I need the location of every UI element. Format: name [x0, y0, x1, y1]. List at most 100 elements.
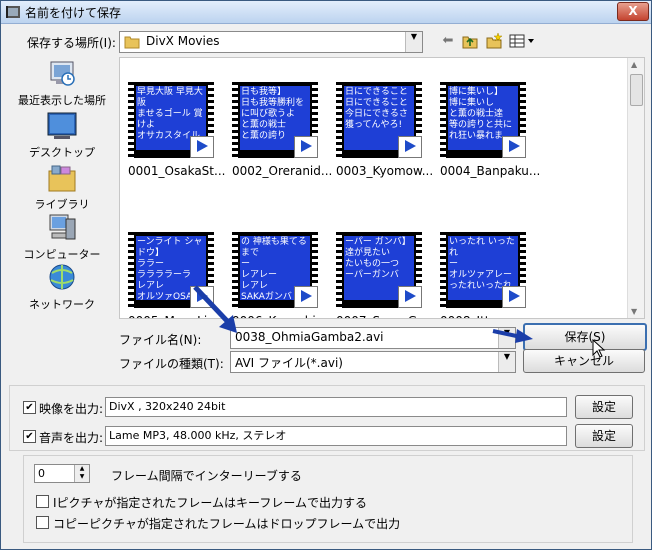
caption-line: と薫の戦士達	[449, 109, 504, 119]
spinner-arrows-icon[interactable]: ▲ ▼	[74, 465, 89, 482]
keyframe-checkbox[interactable]	[36, 495, 49, 508]
caption-line: 博に集いし】	[449, 87, 504, 97]
caption-line: 日も我等勝利を	[241, 98, 305, 108]
video-checkbox[interactable]: ✔	[23, 401, 36, 414]
caption-line: 博に集いし	[449, 98, 495, 108]
caption-line: 達が見たい	[345, 248, 391, 258]
file-item[interactable]: 日も我等】 日も我等勝利を に叫び歌うよ と薫の戦士 と薫の誇り 0002_Orerani…	[224, 58, 332, 178]
place-label: ネットワーク	[29, 298, 95, 311]
up-folder-icon[interactable]	[461, 32, 479, 50]
file-item[interactable]: 日にできること 日にできること 今日にできるさ 獲ってんやろ! 0003_Kyomow.…	[328, 58, 433, 178]
check-icon: ✔	[25, 431, 34, 442]
play-icon	[502, 136, 526, 158]
scroll-up-icon[interactable]: ▲	[631, 60, 637, 69]
place-desktop[interactable]: デスクトップ	[9, 111, 115, 160]
place-label: ライブラリ	[34, 198, 90, 211]
caption-line: ララー	[137, 259, 165, 269]
annotation-arrow-icon	[492, 329, 533, 343]
scrollbar-thumb[interactable]	[630, 74, 643, 106]
video-thumbnail: 博に集いし】 博に集いし と薫の戦士達 等の誇りと共に れ狂い暴れま	[440, 82, 526, 158]
interleave-label: フレーム間隔でインターリーブする	[111, 469, 302, 483]
video-settings-button[interactable]: 設定	[575, 395, 633, 419]
caption-line: たいもの一つ	[345, 259, 400, 269]
desktop-icon	[47, 112, 77, 139]
filetype-value: AVI ファイル(*.avi)	[235, 356, 343, 370]
place-label: デスクトップ	[29, 146, 95, 159]
file-item[interactable]: いったれ いったれーオルツァアレーったれいったれ 0008_Ittare...	[432, 208, 532, 318]
save-button[interactable]: 保存(S)	[523, 323, 647, 351]
film-sprocket	[128, 82, 134, 158]
back-icon[interactable]: ⬅	[439, 32, 457, 50]
caption-line: レアレー	[241, 270, 278, 280]
title-bar[interactable]: 名前を付けて保存 X	[1, 1, 651, 24]
caption-line: いったれ いったれ	[449, 237, 515, 258]
film-sprocket	[440, 232, 446, 308]
film-sprocket	[128, 232, 134, 308]
filename-input[interactable]: 0038_OhmiaGamba2.avi ▼	[230, 327, 516, 349]
play-icon	[294, 286, 318, 308]
chevron-down-icon[interactable]: ▼	[498, 352, 515, 372]
caption-line: ララララーラ	[137, 270, 192, 280]
video-thumbnail: 日にできること 日にできること 今日にできるさ 獲ってんやろ!	[336, 82, 422, 158]
audio-label: 音声を出力:	[39, 431, 104, 445]
chevron-down-icon[interactable]: ▼	[405, 32, 422, 52]
play-icon	[398, 286, 422, 308]
keyframe-option-label: Iピクチャが指定されたフレームはキーフレームで出力する	[53, 496, 367, 510]
video-thumbnail: 早見大阪 早見大阪 ませるゴール 賞けよ オサカスタイル	[128, 82, 214, 158]
play-icon	[294, 136, 318, 158]
file-name: 0003_Kyomow...	[336, 164, 434, 178]
view-menu-icon[interactable]	[509, 32, 537, 50]
audio-checkbox[interactable]: ✔	[23, 430, 36, 443]
recent-places-icon	[50, 61, 75, 86]
place-computer[interactable]: コンピューター	[9, 213, 115, 262]
libraries-icon	[48, 165, 76, 192]
film-sprocket	[440, 82, 446, 158]
audio-settings-button[interactable]: 設定	[575, 424, 633, 448]
interleave-spinner[interactable]: 0 ▲ ▼	[34, 464, 90, 483]
place-network[interactable]: ネットワーク	[9, 263, 115, 312]
mouse-cursor-icon	[592, 339, 606, 358]
place-libraries[interactable]: ライブラリ	[9, 163, 115, 212]
film-sprocket	[336, 82, 342, 158]
scroll-down-icon[interactable]: ▼	[631, 307, 637, 316]
caption-line: 等の誇りと共に	[449, 120, 513, 130]
place-recent[interactable]: 最近表示した場所	[9, 59, 115, 108]
annotation-arrow-icon	[193, 285, 237, 333]
caption-line: と薫の戦士	[241, 120, 287, 130]
save-as-dialog: 名前を付けて保存 X 保存する場所(I): DivX Movies ▼ ⬅ 最近…	[0, 0, 652, 550]
place-label: コンピューター	[23, 248, 101, 261]
filetype-select[interactable]: AVI ファイル(*.avi) ▼	[230, 351, 516, 373]
video-codec-field: DivX , 320x240 24bit	[105, 397, 567, 417]
places-bar: 最近表示した場所 デスクトップ ライブラリ コンピューター ネットワーク	[9, 57, 115, 317]
file-list[interactable]: 早見大阪 早見大阪 ませるゴール 賞けよ オサカスタイル 0001_OsakaSt..…	[119, 57, 645, 319]
caption-line: に叫び歌うよ	[241, 109, 296, 119]
file-list-scrollbar[interactable]: ▲ ▼	[627, 58, 644, 318]
file-name: 0004_Banpaku...	[440, 164, 541, 178]
close-button[interactable]: X	[617, 2, 649, 21]
location-combo[interactable]: DivX Movies ▼	[119, 31, 423, 53]
folder-icon	[124, 36, 140, 49]
file-item[interactable]: 博に集いし】 博に集いし と薫の戦士達 等の誇りと共に れ狂い暴れま 0004_Banpa…	[432, 58, 540, 178]
video-thumbnail: いったれ いったれーオルツァアレー ったれいったれ	[440, 232, 526, 308]
video-label: 映像を出力:	[39, 402, 104, 416]
caption-line: ーパー ガンバ】	[345, 237, 411, 247]
dropframe-checkbox[interactable]	[36, 516, 49, 529]
play-icon	[502, 286, 526, 308]
caption-line: 早見大阪 早見大阪	[137, 87, 203, 108]
file-name: 0001_OsakaSt...	[128, 164, 226, 178]
caption-line: ーンライト シャドウ】	[137, 237, 203, 258]
file-name: 0002_Oreranid...	[232, 164, 333, 178]
dropframe-option-label: コピーピクチャが指定されたフレームはドロップフレームで出力	[53, 517, 401, 531]
new-folder-icon[interactable]	[485, 32, 503, 50]
file-item[interactable]: 早見大阪 早見大阪 ませるゴール 賞けよ オサカスタイル 0001_OsakaSt..…	[120, 58, 225, 178]
file-item[interactable]: ーパー ガンバ】達が見たいたいもの一つーパーガンバ 0007_SuperGa...	[328, 208, 436, 318]
caption-line: オルツァアレー	[449, 270, 513, 280]
caption-line: 日にできること	[345, 87, 408, 97]
place-label: 最近表示した場所	[18, 94, 106, 107]
play-icon	[398, 136, 422, 158]
video-thumbnail: ーパー ガンバ】 達が見たい たいもの一つ ーパーガンバ	[336, 232, 422, 308]
film-sprocket	[232, 82, 238, 158]
cancel-button[interactable]: キャンセル	[523, 349, 645, 373]
caption-line: の 神様も果てるまで	[241, 237, 307, 258]
file-name: 0007_SuperGa...	[336, 314, 436, 318]
